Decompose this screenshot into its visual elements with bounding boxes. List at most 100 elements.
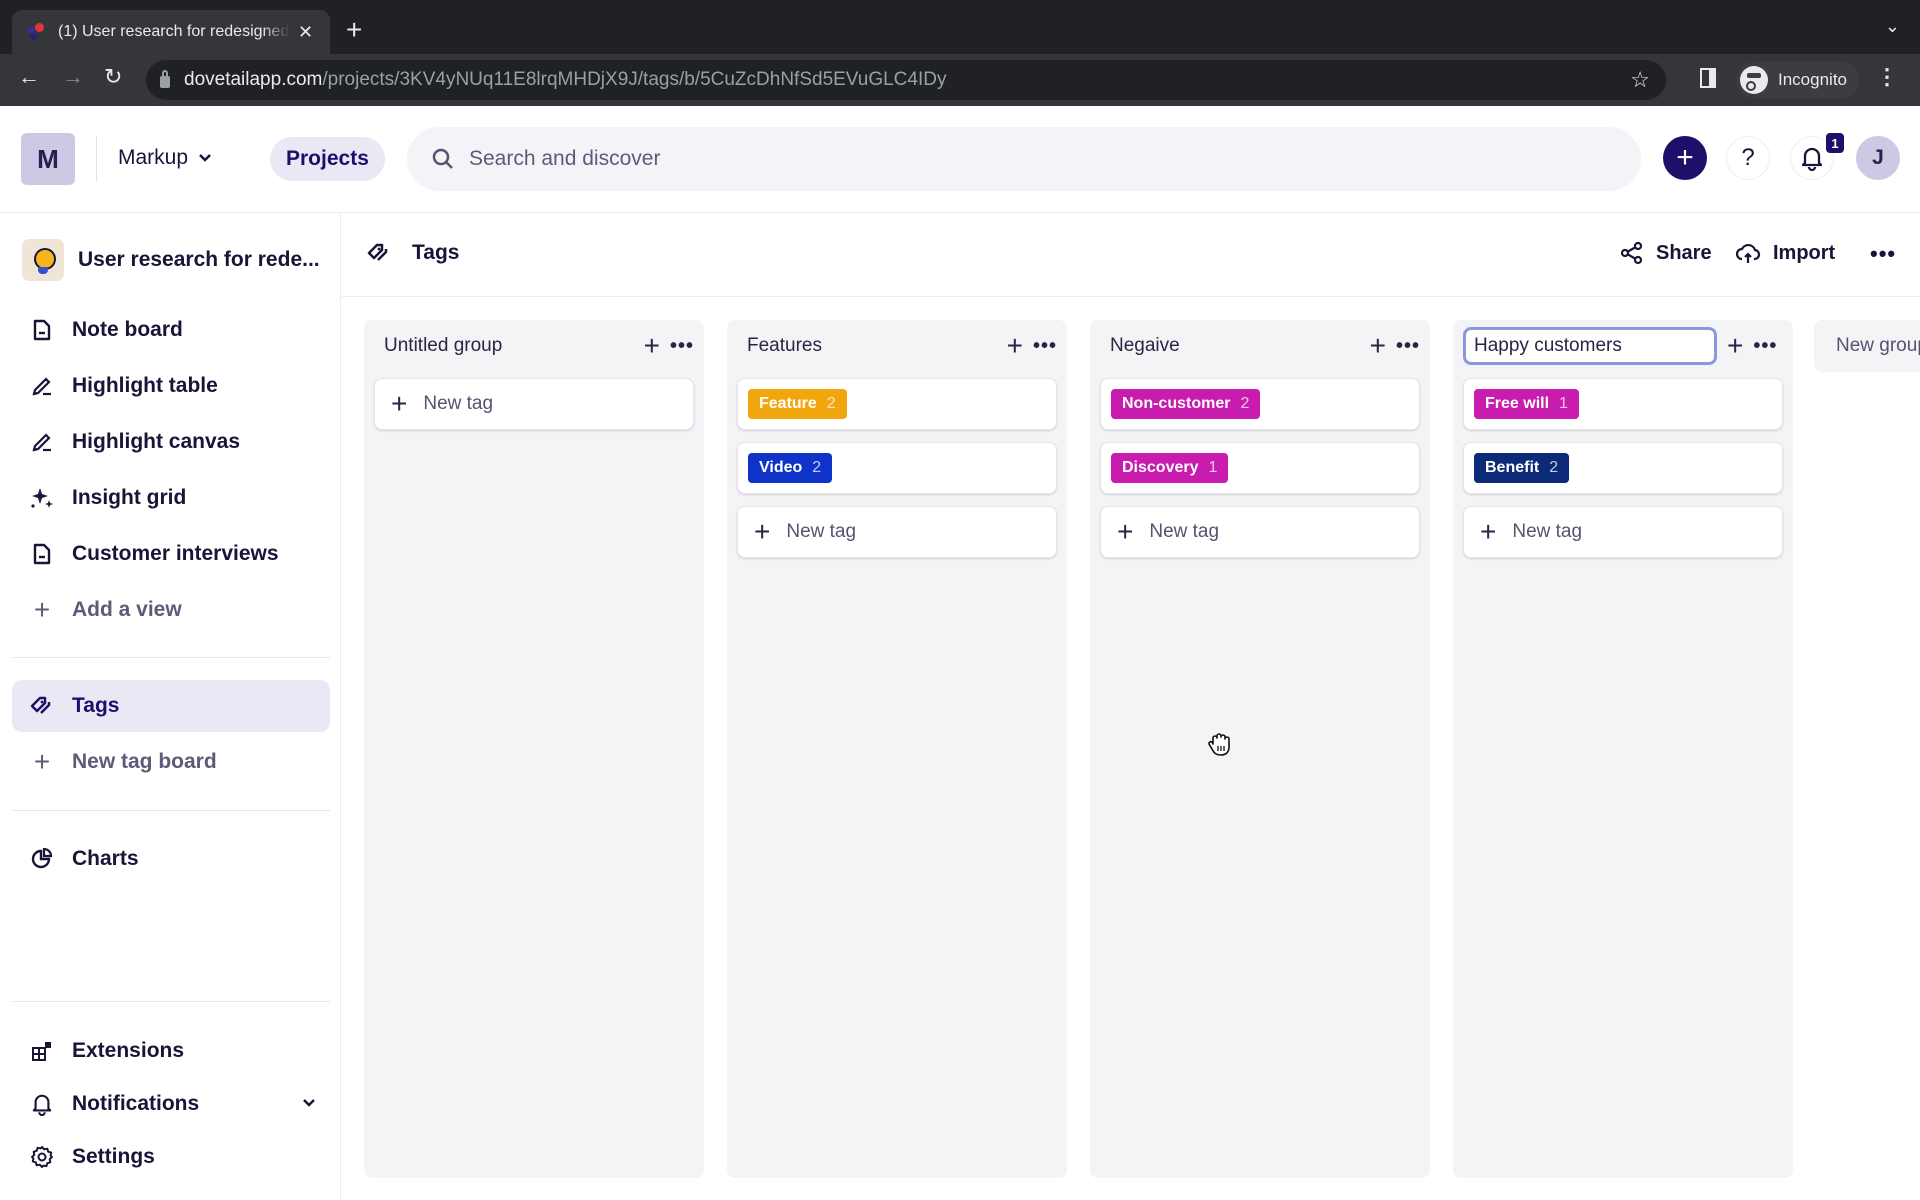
- add-tag-plus-icon[interactable]: +: [644, 332, 660, 360]
- tag-label: Feature: [759, 395, 817, 412]
- tag-chip[interactable]: Free will 1: [1474, 389, 1579, 419]
- group-name[interactable]: Negaive: [1100, 327, 1360, 365]
- group-more-icon[interactable]: •••: [1753, 335, 1777, 358]
- new-tag-button[interactable]: + New tag: [1100, 506, 1420, 558]
- question-icon: ?: [1741, 144, 1755, 171]
- sidebar-item-extensions[interactable]: Extensions: [12, 1025, 330, 1077]
- browser-toolbar: ← → ↻ dovetailapp.com/projects/3KV4yNUq1…: [0, 54, 1920, 106]
- group-name[interactable]: Untitled group: [374, 327, 634, 365]
- sidebar-item-label: Note board: [72, 318, 183, 341]
- sidebar-item-note-board[interactable]: Note board: [12, 304, 330, 356]
- tag-card[interactable]: Discovery 1: [1100, 442, 1420, 494]
- chevron-down-icon[interactable]: [302, 1098, 316, 1108]
- tag-chip[interactable]: Benefit 2: [1474, 453, 1570, 483]
- new-group-button[interactable]: New group: [1814, 320, 1920, 372]
- tag-count: 1: [1559, 395, 1568, 412]
- tag-count: 2: [826, 395, 836, 412]
- new-tab-button[interactable]: +: [346, 16, 362, 44]
- group-header: Features + •••: [737, 326, 1057, 366]
- import-button[interactable]: Import: [1735, 241, 1835, 265]
- add-view-label: Add a view: [72, 598, 182, 621]
- new-tag-board-button[interactable]: + New tag board: [12, 736, 330, 788]
- workspace-switcher[interactable]: Markup: [118, 146, 212, 170]
- add-view-button[interactable]: + Add a view: [12, 584, 330, 636]
- tag-count: 2: [812, 459, 822, 476]
- notification-count-badge: 1: [1826, 133, 1844, 153]
- bookmark-star-icon[interactable]: ☆: [1630, 67, 1650, 93]
- reload-icon[interactable]: ↻: [104, 66, 122, 88]
- sidebar-item-label: Charts: [72, 847, 139, 870]
- sidebar-item-settings[interactable]: Settings: [12, 1131, 330, 1183]
- tag-group-column[interactable]: Untitled group + ••• + New tag: [364, 320, 704, 1178]
- tag-chip[interactable]: Discovery 1: [1111, 453, 1229, 483]
- browser-tab[interactable]: (1) User research for redesigned ✕: [12, 10, 330, 54]
- tag-label: Benefit: [1485, 459, 1540, 476]
- group-name[interactable]: Features: [737, 327, 997, 365]
- new-tag-button[interactable]: + New tag: [737, 506, 1057, 558]
- sidebar-item-label: Highlight canvas: [72, 430, 241, 453]
- address-bar[interactable]: dovetailapp.com/projects/3KV4yNUq11E8lrq…: [146, 60, 1666, 100]
- sidebar-item-label: Insight grid: [72, 486, 187, 509]
- tag-card[interactable]: Non-customer 2: [1100, 378, 1420, 430]
- forward-icon[interactable]: →: [62, 66, 84, 88]
- sidebar-item-label: Customer interviews: [72, 542, 279, 565]
- bell-icon: [30, 1092, 54, 1116]
- sidebar-item-highlight-table[interactable]: Highlight table: [12, 360, 330, 412]
- group-name-input[interactable]: Happy customers: [1463, 327, 1717, 365]
- new-tag-board-label: New tag board: [72, 750, 217, 773]
- share-button[interactable]: Share: [1620, 241, 1712, 265]
- tag-group-column[interactable]: Negaive + ••• Non-customer 2 Discovery 1 + New t…: [1090, 320, 1430, 1178]
- tag-chip[interactable]: Video 2: [748, 453, 833, 483]
- group-more-icon[interactable]: •••: [1396, 335, 1420, 358]
- search-input[interactable]: [469, 147, 1369, 171]
- browser-menu-icon[interactable]: ⋮: [1876, 66, 1898, 88]
- sidebar-item-charts[interactable]: Charts: [12, 833, 330, 885]
- header-divider: [96, 136, 97, 182]
- new-tag-button[interactable]: + New tag: [1463, 506, 1783, 558]
- share-icon: [1620, 241, 1643, 265]
- plus-icon: +: [391, 388, 408, 419]
- cloud-upload-icon: [1735, 243, 1761, 263]
- page-title: Tags: [412, 241, 460, 264]
- tag-chip[interactable]: Feature 2: [748, 389, 847, 419]
- tag-card[interactable]: Benefit 2: [1463, 442, 1783, 494]
- search-bar[interactable]: [407, 127, 1641, 191]
- app-header: M Markup Projects + ? 1 J: [0, 106, 1920, 213]
- tag-card[interactable]: Video 2: [737, 442, 1057, 494]
- group-more-icon[interactable]: •••: [1033, 335, 1057, 358]
- import-label: Import: [1773, 241, 1836, 264]
- back-icon[interactable]: ←: [18, 66, 40, 88]
- add-tag-plus-icon[interactable]: +: [1007, 332, 1023, 360]
- group-header: Happy customers + •••: [1463, 326, 1783, 366]
- sidebar-item-notifications[interactable]: Notifications: [12, 1078, 330, 1130]
- incognito-label: Incognito: [1778, 70, 1847, 89]
- add-tag-plus-icon[interactable]: +: [1727, 332, 1743, 360]
- user-avatar[interactable]: J: [1856, 136, 1900, 180]
- url-path: /projects/3KV4yNUq11E8lrqMHDjX9J/tags/b/…: [322, 69, 947, 90]
- sidebar-item-customer-interviews[interactable]: Customer interviews: [12, 528, 330, 580]
- incognito-indicator[interactable]: Incognito: [1736, 62, 1859, 98]
- dovetail-favicon-icon: [26, 22, 46, 42]
- tag-card[interactable]: Feature 2: [737, 378, 1057, 430]
- sidebar-item-tags[interactable]: Tags: [12, 680, 330, 732]
- sidebar-item-highlight-canvas[interactable]: Highlight canvas: [12, 416, 330, 468]
- tab-title: (1) User research for redesigned: [58, 23, 290, 40]
- tag-group-column[interactable]: Features + ••• Feature 2 Video 2 + New tag: [727, 320, 1067, 1178]
- group-more-icon[interactable]: •••: [670, 335, 694, 358]
- side-panel-icon[interactable]: [1700, 68, 1716, 88]
- sidebar-item-insight-grid[interactable]: Insight grid: [12, 472, 330, 524]
- create-button[interactable]: +: [1663, 136, 1707, 180]
- projects-button[interactable]: Projects: [270, 137, 385, 181]
- new-tag-button[interactable]: + New tag: [374, 378, 694, 430]
- browser-tab-strip: (1) User research for redesigned ✕ + ⌄: [0, 0, 1920, 54]
- close-tab-icon[interactable]: ✕: [298, 22, 313, 43]
- help-button[interactable]: ?: [1726, 136, 1770, 180]
- gear-icon: [30, 1145, 54, 1169]
- tag-chip[interactable]: Non-customer 2: [1111, 389, 1261, 419]
- add-tag-plus-icon[interactable]: +: [1370, 332, 1386, 360]
- tag-group-column[interactable]: Happy customers + ••• Free will 1 Benefit 2 + Ne…: [1453, 320, 1793, 1178]
- workspace-avatar[interactable]: M: [21, 133, 75, 185]
- tag-card[interactable]: Free will 1: [1463, 378, 1783, 430]
- tab-search-chevron-icon[interactable]: ⌄: [1885, 16, 1900, 37]
- more-options-icon[interactable]: •••: [1870, 241, 1896, 267]
